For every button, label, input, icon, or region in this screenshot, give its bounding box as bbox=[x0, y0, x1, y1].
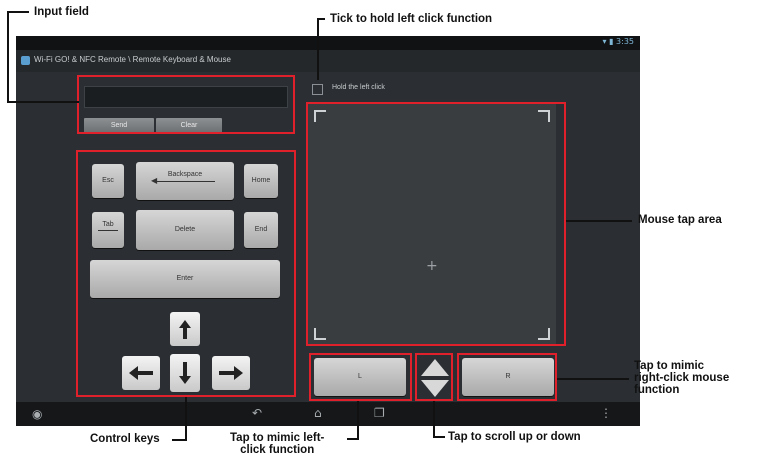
right-click-highlight bbox=[457, 353, 557, 401]
annotation-scroll: Tap to scroll up or down bbox=[448, 431, 581, 443]
annotation-mouse-tap-area: Mouse tap area bbox=[638, 214, 722, 226]
input-field-highlight bbox=[77, 75, 295, 134]
annotation-input-field: Input field bbox=[34, 6, 89, 18]
control-keys-highlight bbox=[76, 150, 296, 397]
callout-line bbox=[357, 401, 359, 440]
annotation-left-click: Tap to mimic left- click function bbox=[230, 432, 325, 456]
callout-line bbox=[433, 436, 445, 438]
callout-line bbox=[7, 11, 29, 13]
callout-line bbox=[317, 18, 319, 80]
callout-line bbox=[347, 438, 359, 440]
callout-line bbox=[566, 220, 632, 222]
status-icons: ▾ ▮ 3:35 bbox=[602, 37, 634, 46]
status-bar: ▾ ▮ 3:35 bbox=[16, 36, 640, 50]
annotation-right-click: Tap to mimic right-click mouse function bbox=[634, 360, 730, 396]
hold-left-click-checkbox[interactable] bbox=[312, 84, 323, 95]
hold-left-click-label: Hold the left click bbox=[332, 84, 385, 91]
callout-line bbox=[433, 401, 435, 438]
callout-line bbox=[7, 101, 79, 103]
callout-line bbox=[172, 439, 187, 441]
back-icon[interactable]: ↶ bbox=[252, 406, 262, 420]
app-icon bbox=[21, 56, 30, 65]
android-icon: ◉ bbox=[32, 407, 43, 421]
callout-line bbox=[7, 11, 9, 103]
left-click-highlight bbox=[309, 353, 412, 401]
app-title: Wi-Fi GO! & NFC Remote \ Remote Keyboard… bbox=[34, 55, 231, 64]
callout-line bbox=[557, 378, 629, 380]
home-icon[interactable]: ⌂ bbox=[314, 406, 322, 420]
menu-icon[interactable]: ⋮ bbox=[600, 406, 612, 420]
tap-area-highlight bbox=[306, 102, 566, 346]
callout-line bbox=[185, 397, 187, 441]
annotation-control-keys: Control keys bbox=[90, 433, 160, 445]
annotation-hold-left-click: Tick to hold left click function bbox=[330, 13, 493, 25]
scroll-highlight bbox=[415, 353, 453, 401]
navigation-bar: ◉ ↶ ⌂ ❐ ⋮ bbox=[16, 402, 640, 426]
recent-apps-icon[interactable]: ❐ bbox=[374, 406, 385, 420]
app-title-bar: Wi-Fi GO! & NFC Remote \ Remote Keyboard… bbox=[16, 50, 640, 72]
